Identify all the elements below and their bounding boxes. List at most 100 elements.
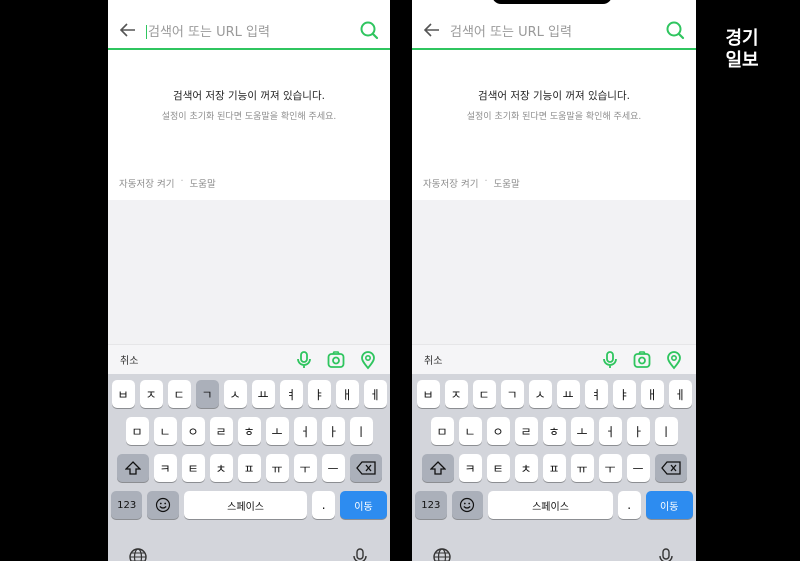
help-link[interactable]: 도움말 [494, 176, 520, 190]
globe-icon[interactable] [128, 547, 148, 561]
keyboard-accessory-bar: 취소 [412, 344, 696, 374]
letter-key[interactable]: ㅋ [458, 454, 482, 482]
search-input[interactable]: 검색어 또는 URL 입력 [450, 21, 664, 40]
letter-key[interactable]: ㄱ [500, 380, 524, 408]
letter-key[interactable]: ㅑ [307, 380, 331, 408]
period-key[interactable]: . [617, 491, 641, 519]
dictation-mic-icon[interactable] [350, 547, 370, 561]
voice-search-icon[interactable] [600, 350, 620, 370]
letter-key[interactable]: ㅌ [181, 454, 205, 482]
letter-key[interactable]: ㅗ [570, 417, 594, 445]
shift-key[interactable] [421, 454, 454, 482]
dictation-mic-icon[interactable] [656, 547, 676, 561]
go-key[interactable]: 이동 [645, 491, 693, 519]
voice-search-icon[interactable] [294, 350, 314, 370]
lens-search-icon[interactable] [632, 350, 652, 370]
letter-key[interactable]: ㅍ [237, 454, 261, 482]
search-input[interactable]: 검색어 또는 URL 입력 [146, 21, 358, 40]
letter-key[interactable]: ㄱ [195, 380, 219, 408]
lens-search-icon[interactable] [326, 350, 346, 370]
emoji-key[interactable] [451, 491, 484, 519]
letter-key[interactable]: ㅇ [486, 417, 510, 445]
help-link[interactable]: 도움말 [190, 176, 216, 190]
letter-key[interactable]: ㄹ [209, 417, 233, 445]
letter-key[interactable]: ㅛ [251, 380, 275, 408]
letter-key[interactable]: ㅣ [349, 417, 373, 445]
letter-key[interactable]: ㅏ [321, 417, 345, 445]
letter-key[interactable]: ㅠ [265, 454, 289, 482]
letter-key[interactable]: ㅋ [153, 454, 177, 482]
letter-key[interactable]: ㅐ [335, 380, 359, 408]
number-mode-key[interactable]: 123 [415, 491, 447, 519]
logo-line-1: 경기 [725, 28, 759, 49]
letter-key[interactable]: ㅠ [570, 454, 594, 482]
letter-key[interactable]: ㅜ [598, 454, 622, 482]
notice-title: 검색어 저장 기능이 꺼져 있습니다. [478, 90, 630, 102]
letter-key[interactable]: ㅇ [181, 417, 205, 445]
emoji-key[interactable] [147, 491, 179, 519]
search-icon[interactable] [664, 19, 686, 41]
location-search-icon[interactable] [358, 350, 378, 370]
cancel-button[interactable]: 취소 [120, 352, 294, 367]
letter-key[interactable]: ㅓ [598, 417, 622, 445]
letter-key[interactable]: ㅣ [654, 417, 678, 445]
letter-key[interactable]: ㅈ [444, 380, 468, 408]
letter-key[interactable]: ㅍ [542, 454, 566, 482]
dynamic-island [492, 0, 612, 4]
letter-key[interactable]: ㄹ [514, 417, 538, 445]
keyboard-accessory-bar: 취소 [108, 344, 390, 374]
back-arrow-icon[interactable] [118, 20, 138, 40]
period-key[interactable]: . [312, 491, 335, 519]
letter-key[interactable]: ㅎ [237, 417, 261, 445]
space-key[interactable]: 스페이스 [488, 491, 613, 519]
backspace-key[interactable] [349, 454, 382, 482]
letter-key[interactable]: ㅌ [486, 454, 510, 482]
shift-icon [429, 461, 446, 475]
letter-key[interactable]: ㅓ [293, 417, 317, 445]
number-mode-key[interactable]: 123 [111, 491, 143, 519]
keyboard-row-4: 123 스페이스 . 이동 [415, 491, 693, 519]
letter-key[interactable]: ㅜ [293, 454, 317, 482]
letter-key[interactable]: ㅊ [514, 454, 538, 482]
separator: · [484, 176, 488, 187]
letter-key[interactable]: ㅁ [125, 417, 149, 445]
backspace-key[interactable] [654, 454, 687, 482]
letter-key[interactable]: ㅡ [321, 454, 345, 482]
letter-key[interactable]: ㅂ [416, 380, 440, 408]
letter-key[interactable]: ㅕ [584, 380, 608, 408]
letter-key[interactable]: ㄴ [458, 417, 482, 445]
letter-key[interactable]: ㅛ [556, 380, 580, 408]
letter-key[interactable]: ㅂ [111, 380, 135, 408]
keyboard-row-2: ㅁㄴㅇㄹㅎㅗㅓㅏㅣ [415, 417, 693, 445]
letter-key[interactable]: ㅊ [209, 454, 233, 482]
space-key[interactable]: 스페이스 [183, 491, 308, 519]
letter-key[interactable]: ㅏ [626, 417, 650, 445]
autosave-toggle-link[interactable]: 자동저장 켜기 [423, 176, 478, 190]
korean-keyboard: ㅂㅈㄷㄱㅅㅛㅕㅑㅐㅔ ㅁㄴㅇㄹㅎㅗㅓㅏㅣ ㅋㅌㅊㅍㅠㅜㅡ 123 스페이스 . … [108, 374, 390, 561]
go-key[interactable]: 이동 [339, 491, 388, 519]
letter-key[interactable]: ㅈ [139, 380, 163, 408]
letter-key[interactable]: ㅑ [612, 380, 636, 408]
phone-screen-right: 검색어 또는 URL 입력 검색어 저장 기능이 꺼져 있습니다. 설정이 초기… [412, 0, 696, 561]
letter-key[interactable]: ㅡ [626, 454, 650, 482]
letter-key[interactable]: ㅔ [668, 380, 692, 408]
letter-key[interactable]: ㄷ [472, 380, 496, 408]
letter-key[interactable]: ㄴ [153, 417, 177, 445]
letter-key[interactable]: ㅕ [279, 380, 303, 408]
letter-key[interactable]: ㅗ [265, 417, 289, 445]
letter-key[interactable]: ㄷ [167, 380, 191, 408]
back-arrow-icon[interactable] [422, 20, 442, 40]
cancel-button[interactable]: 취소 [424, 352, 600, 367]
letter-key[interactable]: ㅁ [430, 417, 454, 445]
letter-key[interactable]: ㅎ [542, 417, 566, 445]
letter-key[interactable]: ㅐ [640, 380, 664, 408]
location-search-icon[interactable] [664, 350, 684, 370]
letter-key[interactable]: ㅅ [528, 380, 552, 408]
notice-title: 검색어 저장 기능이 꺼져 있습니다. [173, 90, 325, 102]
letter-key[interactable]: ㅅ [223, 380, 247, 408]
letter-key[interactable]: ㅔ [363, 380, 387, 408]
autosave-toggle-link[interactable]: 자동저장 켜기 [119, 176, 174, 190]
shift-key[interactable] [116, 454, 149, 482]
search-icon[interactable] [358, 19, 380, 41]
globe-icon[interactable] [432, 547, 452, 561]
